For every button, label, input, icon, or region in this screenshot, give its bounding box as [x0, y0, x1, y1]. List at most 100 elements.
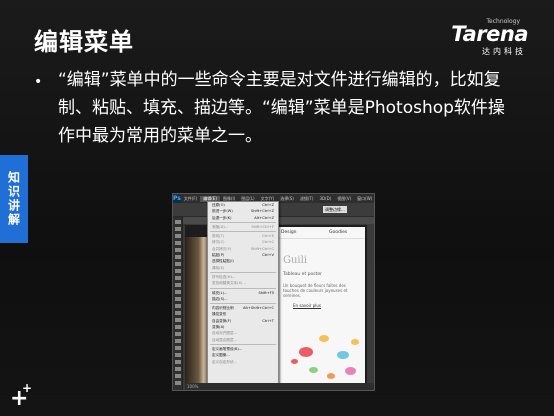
ps-tool-icon[interactable] — [175, 374, 181, 378]
ps-web-page: Design Goodies Guili Tableau et poster U… — [279, 227, 365, 383]
ps-edit-menu-item[interactable]: 描边(S)... — [208, 296, 278, 302]
ps-menu-separator — [210, 343, 276, 345]
ps-tool-icon[interactable] — [175, 325, 181, 329]
ps-tool-icon[interactable] — [175, 262, 181, 266]
ps-nav-design: Design — [281, 230, 297, 235]
ps-menu-item[interactable]: 文件(F) — [181, 196, 200, 202]
ps-tool-icon[interactable] — [175, 269, 181, 273]
ps-edit-menu-label: 拷贝(C) — [212, 240, 225, 245]
body-paragraph: “编辑”菜单中的一些命令主要是对文件进行编辑的，比如复制、粘贴、填充、描边等。“… — [58, 70, 505, 146]
ps-menu-item[interactable]: 滤镜(T) — [297, 196, 317, 202]
ps-tool-icon[interactable] — [175, 283, 181, 287]
ps-edit-menu-label: 后退一步(K) — [212, 215, 232, 220]
ps-paint-splash — [337, 351, 349, 360]
ps-tool-icon[interactable] — [175, 297, 181, 301]
logo-name: Tarena — [451, 22, 528, 46]
ps-edit-menu-label: 定义画笔预设(B)... — [212, 346, 243, 351]
ps-menu-item[interactable]: 选择(S) — [277, 196, 297, 202]
ps-edit-menu-label: 前进一步(W) — [212, 209, 233, 214]
ps-tool-icon[interactable] — [175, 304, 181, 308]
ps-tool-icon[interactable] — [175, 276, 181, 280]
ps-edit-menu-item[interactable]: 渐隐(D)... Shift+Ctrl+F — [208, 224, 278, 230]
ps-tool-icon[interactable] — [175, 255, 181, 259]
ps-menu-separator — [210, 231, 276, 233]
ps-tool-icon[interactable] — [175, 318, 181, 322]
ps-paint-splash — [319, 335, 329, 342]
ps-edit-menu-label: 自动混合图层... — [212, 337, 237, 342]
ps-menu-separator — [210, 287, 276, 289]
ps-paint-splash — [309, 367, 318, 374]
ps-edit-menu-item[interactable]: 定义自定形状... — [208, 359, 278, 365]
ps-edit-menu-label: 定义图案... — [212, 353, 230, 358]
ps-paint-splash — [327, 373, 335, 379]
ps-edit-menu-item[interactable]: 清除(E) — [208, 265, 278, 271]
ps-edit-menu-label: 变换(A) — [212, 325, 225, 330]
bullet-icon: • — [34, 74, 43, 90]
ps-menu-item[interactable]: 视图(V) — [334, 196, 354, 202]
ps-paint-splash — [345, 367, 356, 375]
side-tab: 知识讲解 — [0, 155, 28, 243]
ps-edit-menu-item[interactable]: 后退一步(K) Alt+Ctrl+Z — [208, 215, 278, 221]
plus-small-icon: + — [22, 381, 33, 395]
ps-edit-menu-label: 合并拷贝(Y) — [212, 246, 232, 251]
ps-edit-menu-label: 描边(S)... — [212, 296, 228, 301]
ps-status-bar: 100% — [185, 383, 374, 390]
ps-menu-separator — [210, 221, 276, 223]
ps-tool-icon[interactable] — [175, 248, 181, 252]
ps-tool-icon[interactable] — [175, 311, 181, 315]
ps-page-sub: Tableau et poster — [283, 272, 322, 277]
ps-tool-icon[interactable] — [175, 234, 181, 238]
ps-tool-icon[interactable] — [175, 332, 181, 336]
ps-edit-menu-shortcut: Shift+Ctrl+F — [251, 224, 274, 229]
ps-app-icon: Ps — [173, 194, 181, 203]
ps-edit-menu-item[interactable]: 查找和替换文本(X)... — [208, 280, 278, 286]
side-tab-label: 知识讲解 — [6, 171, 21, 227]
photoshop-screenshot: Ps 文件(F) 编辑(E) 图像(I) 图层(L) 文字(Y) 选择(S) 滤镜(T) 3D… — [172, 193, 375, 391]
ps-toolbox — [173, 217, 183, 390]
ps-menu-item[interactable]: 窗口(W) — [354, 196, 374, 202]
ps-edit-menu-label: 还原(O) — [212, 203, 225, 207]
ps-tool-icon[interactable] — [175, 381, 181, 385]
ps-edit-menu-label: 自由变换(F) — [212, 318, 232, 323]
ps-edit-menu-item[interactable]: 自动混合图层... — [208, 337, 278, 343]
ps-tool-icon[interactable] — [175, 367, 181, 371]
ps-paint-splash — [291, 359, 298, 364]
ps-tool-icon[interactable] — [175, 241, 181, 245]
ps-edit-menu-label: 内容识别比例 — [212, 306, 234, 311]
ps-edit-menu-label: 操控变形 — [212, 312, 227, 317]
ps-edit-menu-label: 定义自定形状... — [212, 359, 237, 364]
page-title: 编辑菜单 — [34, 28, 134, 56]
ps-page-para: Un bouquet de fleurs faites des touches … — [283, 283, 348, 298]
ps-edit-menu-label: 选择性粘贴(I) — [212, 259, 234, 264]
ps-edit-menu-label: 自动对齐图层... — [212, 331, 237, 336]
ps-edit-menu-label: 拼写检查(H)... — [212, 274, 236, 279]
ps-tool-icon[interactable] — [175, 353, 181, 357]
ps-page-heading: Guili — [283, 255, 308, 266]
ps-edit-menu: 还原(O) Ctrl+Z 前进一步(W) Shift+Ctrl+Z 后退一步(K) Alt… — [207, 201, 279, 386]
ps-edit-menu-label: 渐隐(D)... — [212, 224, 229, 229]
ps-paint-splash — [299, 347, 313, 357]
ps-tool-icon[interactable] — [175, 339, 181, 343]
ps-edit-menu-shortcut: Alt+Ctrl+Z — [254, 215, 274, 220]
ps-menu-separator — [210, 271, 276, 273]
ps-tool-icon[interactable] — [175, 220, 181, 224]
ps-edit-menu-label: 填充(L)... — [212, 290, 228, 295]
ps-tool-icon[interactable] — [175, 360, 181, 364]
ps-page-nav: Design Goodies — [279, 227, 365, 239]
tarena-logo: Technology Tarena 达内科技 — [430, 8, 540, 56]
ps-edit-menu-label: 剪切(T) — [212, 234, 225, 239]
ps-tool-icon[interactable] — [175, 346, 181, 350]
ps-edit-menu-label: 粘贴(P) — [212, 253, 225, 258]
ps-tool-icon[interactable] — [175, 290, 181, 294]
ps-zoom: 100% — [187, 384, 199, 389]
ps-tool-icon[interactable] — [175, 227, 181, 231]
ps-page-link: En savoir plus — [293, 303, 321, 308]
ps-menu-item[interactable]: 3D(D) — [316, 196, 334, 201]
ps-paint-splash — [351, 339, 359, 345]
ps-edit-menu-label: 查找和替换文本(X)... — [212, 281, 246, 286]
ps-edit-menu-label: 清除(E) — [212, 265, 225, 270]
ps-menu-separator — [210, 303, 276, 305]
ps-nav-goodies: Goodies — [329, 230, 348, 235]
logo-cn: 达内科技 — [482, 47, 526, 56]
ps-refine-edge: 调整边缘... — [323, 206, 347, 213]
